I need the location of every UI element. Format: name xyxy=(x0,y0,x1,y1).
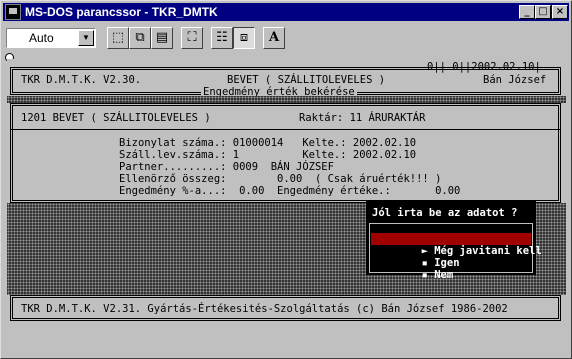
window-title: MS-DOS parancssor - TKR_DMTK xyxy=(25,5,218,19)
close-button[interactable]: × xyxy=(552,5,568,19)
toolbar: Auto ▼ ⬚ ⧉ ▤ ⛶ ☷ ⧈ A xyxy=(3,23,569,51)
program-version: TKR D.M.T.K. V2.30. xyxy=(21,74,142,86)
confirm-dialog: Jól irta be az adatot ? ► Még javitani k… xyxy=(366,201,542,281)
font-size-value: Auto xyxy=(29,31,54,45)
option-yes[interactable]: ▪ Igen xyxy=(371,245,531,269)
dialog-title: Jól irta be az adatot ? xyxy=(372,207,518,219)
title-bar[interactable]: MS-DOS parancssor - TKR_DMTK _ □ × xyxy=(3,3,569,21)
minimize-button[interactable]: _ xyxy=(519,5,535,19)
option-label: Nem xyxy=(434,269,454,281)
console-window: MS-DOS parancssor - TKR_DMTK _ □ × Auto … xyxy=(0,0,572,359)
footer-copyright: TKR D.M.T.K. V2.31. Gyártás-Értékesités-… xyxy=(21,303,508,315)
msdos-icon[interactable] xyxy=(5,4,21,20)
discount-row: Engedmény %-a...: 0.00 Engedmény értéke.… xyxy=(119,185,461,197)
panel-title: 1201 BEVET ( SZÁLLITOLEVELES ) xyxy=(21,112,211,124)
option-still-fix[interactable]: ► Még javitani kell xyxy=(371,233,542,257)
check-sum-row: Ellenörző összeg: 0.00 ( Csak áruérték!!… xyxy=(119,173,442,185)
font-size-select[interactable]: Auto ▼ xyxy=(6,28,96,48)
properties-icon[interactable]: ☷ xyxy=(211,27,233,49)
bullet-icon: ▪ xyxy=(421,269,428,281)
fullscreen-icon[interactable]: ⛶ xyxy=(181,27,203,49)
font-icon[interactable]: A xyxy=(263,27,285,49)
doc-number-row: Bizonylat száma.: 01000014 Kelte.: 2002.… xyxy=(119,137,417,149)
panel-divider xyxy=(10,129,561,130)
option-no[interactable]: ▪ Nem xyxy=(371,257,531,281)
copy-icon[interactable]: ⧉ xyxy=(129,27,151,49)
chevron-down-icon[interactable]: ▼ xyxy=(78,30,94,46)
background-icon[interactable]: ⧈ xyxy=(233,27,255,49)
paste-icon[interactable]: ▤ xyxy=(151,27,173,49)
mark-icon[interactable]: ⬚ xyxy=(107,27,129,49)
user-name: Bán József xyxy=(483,74,547,86)
partner-row: Partner.........: 0009 BÁN JÓZSEF xyxy=(119,161,334,173)
delivery-note-row: Száll.lev.száma.: 1 Kelte.: 2002.02.10 xyxy=(119,149,417,161)
warehouse-label: Raktár: 11 ÁRURAKTÁR xyxy=(299,112,426,124)
maximize-button[interactable]: □ xyxy=(535,5,551,19)
screen-title: BEVET ( SZÁLLITOLEVELES ) xyxy=(227,74,386,86)
dos-console[interactable]: 0|| 0||2002.02.10| TKR D.M.T.K. V2.30. B… xyxy=(7,59,566,352)
background-pattern xyxy=(7,96,566,103)
